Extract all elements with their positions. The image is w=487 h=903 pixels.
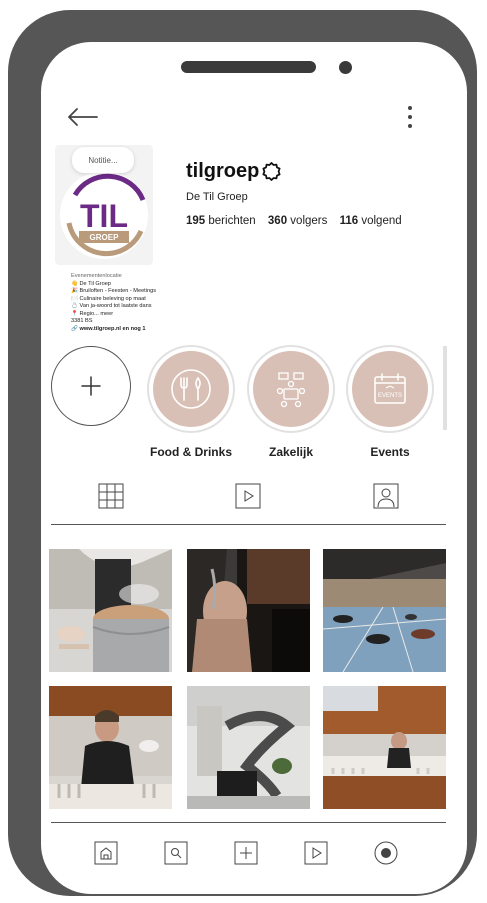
bio-line: 👋 De Til Groep bbox=[71, 280, 111, 287]
home-icon[interactable] bbox=[94, 841, 118, 865]
bio-more-line[interactable]: 📍 Regio... meer bbox=[71, 311, 201, 319]
logo-subtext: GROEP bbox=[90, 233, 120, 242]
svg-text:EVENTS: EVENTS bbox=[378, 393, 402, 399]
post-thumbnail[interactable] bbox=[49, 549, 172, 672]
posts-label: berichten bbox=[208, 215, 256, 227]
events-calendar-icon: EVENTS bbox=[374, 373, 406, 404]
highlight-events[interactable]: EVENTS Events bbox=[346, 345, 434, 459]
highlight-label: Food & Drinks bbox=[149, 445, 232, 459]
profile-username: tilgroep bbox=[186, 160, 260, 182]
following-label: volgend bbox=[361, 215, 402, 227]
back-arrow-icon[interactable] bbox=[64, 104, 100, 130]
highlight-cover bbox=[153, 351, 229, 427]
bio-line: 🎉 Bruiloften - Feesten - Meetings bbox=[71, 288, 157, 294]
followers-stat[interactable]: 360 volgers bbox=[268, 215, 327, 227]
highlight-label: Events bbox=[370, 445, 410, 459]
bottom-nav-divider bbox=[51, 822, 446, 823]
highlight-food-drinks[interactable]: Food & Drinks bbox=[147, 345, 235, 459]
tagged-icon[interactable] bbox=[373, 483, 399, 509]
highlight-ring: EVENTS bbox=[346, 345, 434, 433]
logo-text: TIL bbox=[80, 198, 128, 234]
highlight-cover: EVENTS bbox=[352, 351, 428, 427]
note-bubble[interactable]: Notitie... bbox=[72, 147, 134, 173]
post-thumbnail[interactable] bbox=[323, 549, 446, 672]
post-thumbnail[interactable] bbox=[49, 686, 172, 809]
highlight-ring bbox=[247, 345, 335, 433]
highlight-cover bbox=[253, 351, 329, 427]
meeting-icon bbox=[276, 372, 306, 408]
highlight-label: Zakelijk bbox=[268, 445, 314, 459]
posts-count: 195 bbox=[186, 215, 206, 227]
reels-tab-icon[interactable] bbox=[235, 483, 261, 509]
food-drinks-icon bbox=[171, 369, 211, 409]
grid-icon[interactable] bbox=[98, 483, 124, 509]
followers-count: 360 bbox=[267, 215, 288, 227]
new-highlight-button[interactable] bbox=[51, 346, 131, 426]
search-icon[interactable] bbox=[164, 841, 188, 865]
highlight-zakelijk[interactable]: Zakelijk bbox=[247, 345, 335, 459]
profile-icon[interactable] bbox=[374, 841, 398, 865]
plus-icon bbox=[81, 376, 101, 396]
following-stat[interactable]: 116 volgend bbox=[340, 215, 402, 227]
following-count: 116 bbox=[339, 215, 359, 227]
create-icon[interactable] bbox=[234, 841, 258, 865]
reels-icon[interactable] bbox=[304, 841, 328, 865]
profile-full-name: De Til Groep bbox=[186, 191, 248, 203]
bio-postcode: 3381 BS bbox=[71, 318, 93, 324]
bio-line: 🍽️ Culinaire beleving op maat bbox=[71, 295, 146, 302]
bio-link[interactable]: 🔗 www.tilgroep.nl en nog 1 bbox=[71, 326, 201, 334]
bio-link-text[interactable]: www.tilgroep.nl en nog 1 bbox=[80, 326, 146, 332]
phone-speaker bbox=[181, 61, 316, 73]
profile-stats: 195 berichten 360 volgers 116 volgend bbox=[186, 215, 411, 227]
post-thumbnail[interactable] bbox=[187, 549, 310, 672]
verified-badge-icon bbox=[262, 162, 281, 181]
post-thumbnail[interactable] bbox=[323, 686, 446, 809]
bio-category: Evenementenlocatie bbox=[71, 273, 122, 279]
more-options-icon[interactable] bbox=[402, 104, 418, 130]
highlight-ring bbox=[147, 345, 235, 433]
followers-label: volgers bbox=[290, 215, 328, 227]
post-thumbnail[interactable] bbox=[187, 686, 310, 809]
posts-stat[interactable]: 195 berichten bbox=[186, 215, 256, 227]
profile-bio: Evenementenlocatie 👋 De Til Groep 🎉 Brui… bbox=[71, 273, 201, 333]
highlight-overflow-edge bbox=[443, 346, 447, 430]
bio-line: 💍 Van ja-woord tot laatste dans bbox=[71, 303, 152, 309]
phone-camera bbox=[339, 61, 352, 74]
tabs-divider bbox=[51, 524, 446, 525]
profile-avatar[interactable]: TIL GROEP Notitie... bbox=[55, 145, 153, 265]
